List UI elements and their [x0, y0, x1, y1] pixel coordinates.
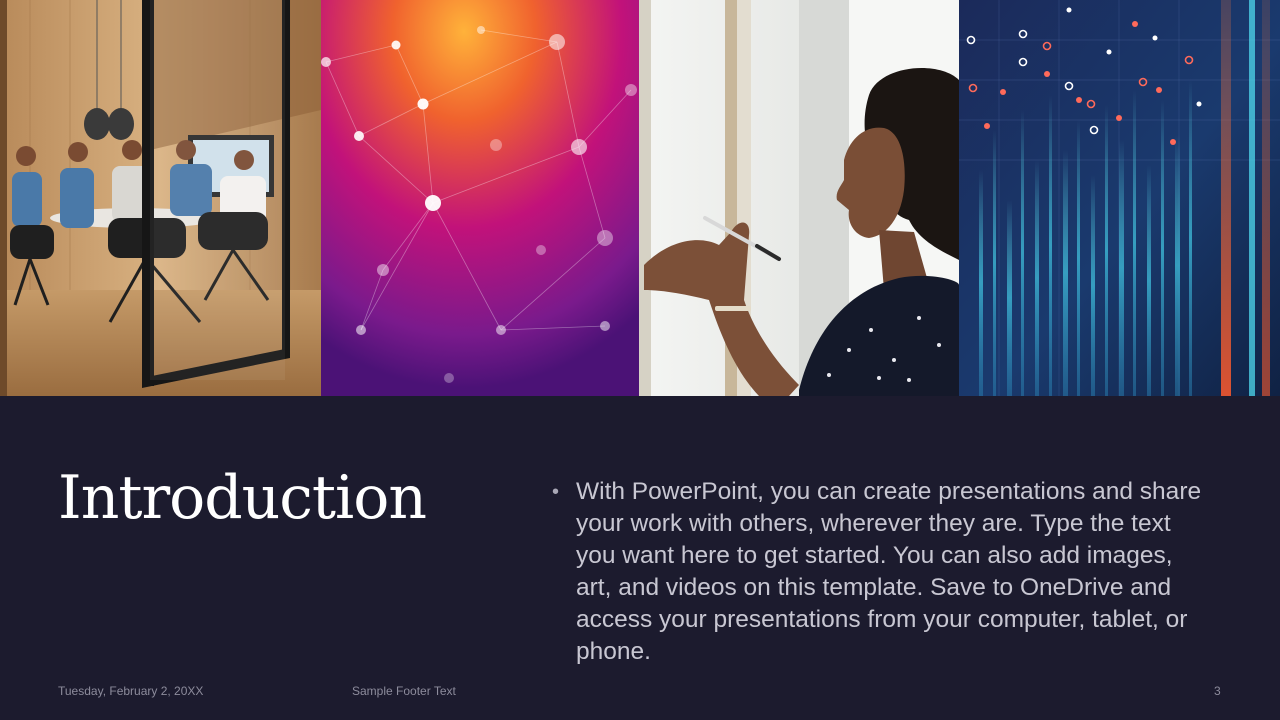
woman-writing-photo [639, 0, 959, 396]
slide-title: Introduction [58, 463, 427, 533]
slide-number: 3 [1214, 684, 1221, 698]
body-text: With PowerPoint, you can create presenta… [576, 478, 1202, 665]
photo-strip [0, 0, 1280, 396]
bullet-icon: • [552, 481, 560, 503]
data-visualization-photo [959, 0, 1280, 396]
slide: Introduction • With PowerPoint, you can … [0, 0, 1280, 720]
footer-text: Sample Footer Text [352, 684, 456, 698]
body-bullet-item: • With PowerPoint, you can create presen… [552, 476, 1212, 668]
meeting-room-photo [0, 0, 321, 396]
footer-date: Tuesday, February 2, 20XX [58, 684, 204, 698]
network-graphic-photo [321, 0, 639, 396]
body-list: • With PowerPoint, you can create presen… [552, 476, 1212, 668]
